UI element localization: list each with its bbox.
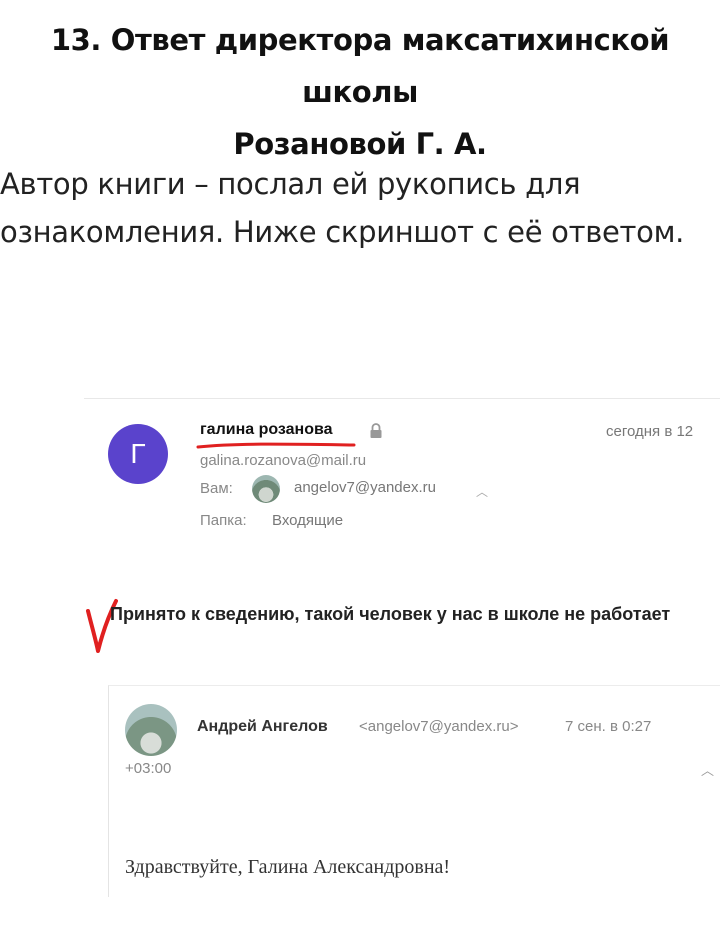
- quoted-timezone: +03:00: [125, 760, 172, 777]
- to-label: Вам:: [200, 480, 233, 497]
- email-screenshot: Г галина розанова сегодня в 12 galina.ro…: [84, 398, 720, 897]
- collapse-chevron-icon[interactable]: ︿: [701, 760, 714, 779]
- article-title-line1: 13. Ответ директора максатихинской школы: [50, 23, 670, 109]
- chevron-up-icon[interactable]: ︿: [476, 483, 488, 500]
- sender-avatar: Г: [108, 424, 168, 484]
- quoted-sender-email[interactable]: <angelov7@yandex.ru>: [359, 718, 519, 735]
- quoted-sender-avatar: [125, 704, 177, 756]
- folder-label: Папка:: [200, 512, 247, 529]
- quoted-date: 7 сен. в 0:27: [565, 718, 652, 735]
- reply-text: Принято к сведению, такой человек у нас …: [110, 604, 671, 624]
- email-date: сегодня в 12: [606, 423, 694, 440]
- quoted-sender-name[interactable]: Андрей Ангелов: [197, 718, 328, 736]
- intro-line1: Автор книги – послал ей рукопись для: [0, 167, 581, 201]
- recipient-email[interactable]: angelov7@yandex.ru: [294, 479, 436, 496]
- recipient-avatar: [252, 475, 280, 503]
- quoted-body: Здравствуйте, Галина Александровна!: [125, 856, 451, 878]
- sender-email[interactable]: galina.rozanova@mail.ru: [200, 452, 366, 469]
- article-title-line2: Розановой Г. А.: [233, 127, 487, 161]
- sender-name[interactable]: галина розанова: [200, 421, 333, 439]
- folder-value[interactable]: Входящие: [272, 512, 343, 529]
- article-title: 13. Ответ директора максатихинской школы…: [0, 14, 720, 170]
- intro-line2: ознакомления. Ниже скриншот с её ответом…: [0, 215, 685, 249]
- article-intro: Автор книги – послал ей рукопись для озн…: [0, 160, 712, 256]
- quoted-message: Андрей Ангелов <angelov7@yandex.ru> 7 се…: [108, 685, 720, 897]
- red-underline-annotation: [196, 442, 356, 449]
- lock-icon: [370, 423, 382, 438]
